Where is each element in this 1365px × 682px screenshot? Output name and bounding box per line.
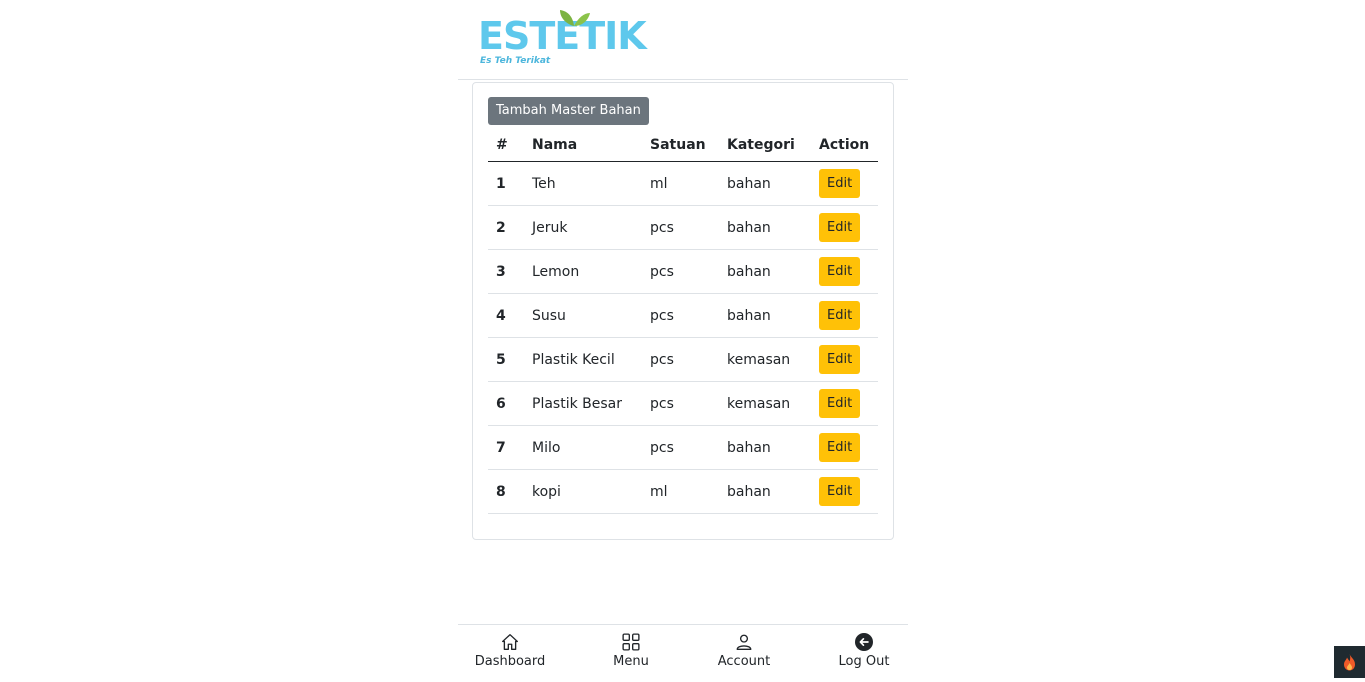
row-satuan: ml (642, 161, 719, 206)
row-action: Edit (811, 161, 878, 206)
table-row: 5 Plastik Kecil pcs kemasan Edit (488, 337, 878, 382)
row-satuan: pcs (642, 249, 719, 294)
row-nama: Milo (524, 425, 642, 470)
row-kategori: kemasan (719, 337, 811, 382)
table-row: 6 Plastik Besar pcs kemasan Edit (488, 381, 878, 426)
leaf-icon (560, 10, 590, 26)
row-action: Edit (811, 293, 878, 338)
nav-label-menu: Menu (613, 654, 649, 669)
edit-button[interactable]: Edit (819, 301, 861, 330)
edit-button[interactable]: Edit (819, 389, 861, 418)
flame-badge[interactable] (1334, 646, 1365, 678)
person-icon (736, 634, 752, 650)
brand-logo[interactable]: ESTETIK Es Teh Terikat (478, 8, 647, 72)
header-number: # (488, 129, 524, 162)
header-nama: Nama (524, 129, 642, 162)
row-kategori: bahan (719, 161, 811, 206)
edit-button[interactable]: Edit (819, 477, 861, 506)
row-action: Edit (811, 381, 878, 426)
brand-tagline: Es Teh Terikat (480, 56, 551, 66)
row-nama: kopi (524, 469, 642, 514)
header: ESTETIK Es Teh Terikat (458, 0, 908, 80)
header-satuan: Satuan (642, 129, 719, 162)
master-bahan-card: Tambah Master Bahan # Nama Satuan Katego… (472, 82, 894, 540)
home-icon (502, 634, 518, 650)
row-nama: Plastik Kecil (524, 337, 642, 382)
row-number: 1 (488, 161, 524, 206)
grid-icon (622, 633, 640, 651)
row-kategori: bahan (719, 293, 811, 338)
nav-label-account: Account (717, 654, 771, 669)
row-satuan: pcs (642, 205, 719, 250)
row-number: 7 (488, 425, 524, 470)
row-number: 5 (488, 337, 524, 382)
table-row: 8 kopi ml bahan Edit (488, 469, 878, 514)
header-action: Action (811, 129, 878, 162)
row-number: 2 (488, 205, 524, 250)
row-nama: Teh (524, 161, 642, 206)
nav-item-menu[interactable]: Menu (586, 633, 676, 669)
nav-label-dashboard: Dashboard (474, 654, 546, 669)
row-satuan: pcs (642, 337, 719, 382)
row-number: 6 (488, 381, 524, 426)
header-kategori: Kategori (719, 129, 811, 162)
add-master-bahan-button[interactable]: Tambah Master Bahan (488, 97, 649, 125)
row-kategori: bahan (719, 469, 811, 514)
table-row: 7 Milo pcs bahan Edit (488, 425, 878, 470)
bottom-nav: Dashboard Menu Account Log Out (458, 624, 908, 679)
row-number: 3 (488, 249, 524, 294)
row-nama: Susu (524, 293, 642, 338)
row-kategori: bahan (719, 205, 811, 250)
row-action: Edit (811, 249, 878, 294)
row-kategori: bahan (719, 249, 811, 294)
row-nama: Jeruk (524, 205, 642, 250)
row-satuan: ml (642, 469, 719, 514)
edit-button[interactable]: Edit (819, 213, 861, 242)
arrow-left-circle-icon (855, 633, 873, 651)
edit-button[interactable]: Edit (819, 257, 861, 286)
edit-button[interactable]: Edit (819, 433, 861, 462)
row-satuan: pcs (642, 293, 719, 338)
row-action: Edit (811, 425, 878, 470)
row-nama: Plastik Besar (524, 381, 642, 426)
nav-item-account[interactable]: Account (699, 633, 789, 669)
row-satuan: pcs (642, 381, 719, 426)
nav-label-logout: Log Out (838, 654, 890, 669)
nav-item-logout[interactable]: Log Out (819, 633, 909, 669)
table-row: 1 Teh ml bahan Edit (488, 161, 878, 206)
table-row: 4 Susu pcs bahan Edit (488, 293, 878, 338)
row-kategori: bahan (719, 425, 811, 470)
nav-item-dashboard[interactable]: Dashboard (465, 633, 555, 669)
row-number: 4 (488, 293, 524, 338)
master-bahan-table: # Nama Satuan Kategori Action 1 Teh ml b… (488, 129, 878, 514)
edit-button[interactable]: Edit (819, 169, 861, 198)
edit-button[interactable]: Edit (819, 345, 861, 374)
row-satuan: pcs (642, 425, 719, 470)
row-action: Edit (811, 337, 878, 382)
flame-icon (1344, 654, 1355, 671)
row-nama: Lemon (524, 249, 642, 294)
table-row: 2 Jeruk pcs bahan Edit (488, 205, 878, 250)
row-action: Edit (811, 205, 878, 250)
table-header-row: # Nama Satuan Kategori Action (488, 129, 878, 162)
row-action: Edit (811, 469, 878, 514)
app-container: ESTETIK Es Teh Terikat Tambah Master Bah… (458, 0, 908, 678)
row-kategori: kemasan (719, 381, 811, 426)
table-row: 3 Lemon pcs bahan Edit (488, 249, 878, 294)
row-number: 8 (488, 469, 524, 514)
